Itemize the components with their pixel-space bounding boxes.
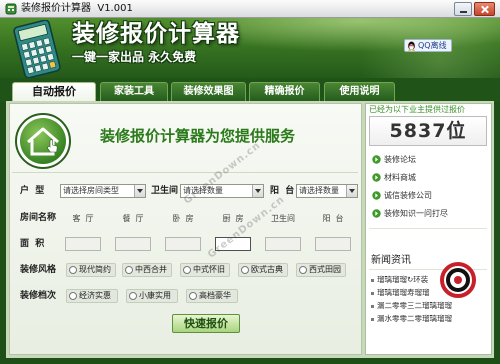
house-icon bbox=[15, 113, 71, 169]
bathroom-label: 卫生间 bbox=[151, 186, 179, 196]
link-trusted-companies[interactable]: 诚信装修公司 bbox=[372, 190, 488, 201]
style-option-label: 欧式古典 bbox=[251, 265, 283, 274]
arrow-bullet-icon bbox=[372, 173, 381, 182]
tab-home-tools[interactable]: 家装工具 bbox=[100, 82, 168, 102]
style-option-label: 西式田园 bbox=[309, 265, 341, 274]
style-radio-fusion[interactable]: 中西合并 bbox=[122, 263, 172, 277]
tab-precise-quote[interactable]: 精确报价 bbox=[249, 82, 320, 102]
radio-icon bbox=[183, 266, 191, 274]
grade-label: 装修档次 bbox=[20, 291, 57, 301]
qq-status-button[interactable]: QQ离线 bbox=[404, 39, 452, 52]
link-materials-mall[interactable]: 材料商城 bbox=[372, 172, 488, 183]
room-bedroom: 卧 房 bbox=[172, 214, 194, 223]
link-label: 诚信装修公司 bbox=[384, 191, 432, 200]
quick-quote-button[interactable]: 快速报价 bbox=[172, 314, 240, 333]
style-option-label: 现代简约 bbox=[79, 265, 111, 274]
title-bar[interactable]: 装修报价计算器 V1.001 bbox=[0, 0, 500, 18]
qq-status-text: QQ离线 bbox=[418, 41, 447, 50]
news-item[interactable]: 漏二零零三二瑠璃瑠瑠 bbox=[371, 301, 489, 311]
balcony-count-value: 请选择数量 bbox=[299, 186, 339, 195]
window-title: 装修报价计算器 V1.001 bbox=[21, 3, 133, 14]
room-dining: 餐 厅 bbox=[122, 214, 144, 223]
grade-option-label: 小康实用 bbox=[139, 291, 171, 300]
style-radio-chinese[interactable]: 中式怀旧 bbox=[180, 263, 230, 277]
qq-penguin-icon bbox=[408, 41, 415, 51]
site-logo-icon bbox=[440, 262, 476, 298]
radio-icon bbox=[189, 292, 197, 300]
room-name-label: 房间名称 bbox=[20, 213, 57, 223]
link-label: 装修论坛 bbox=[384, 155, 416, 164]
app-subtitle: 一键一家出品 永久免费 bbox=[72, 50, 197, 64]
area-input-living[interactable] bbox=[65, 237, 101, 251]
style-option-label: 中式怀旧 bbox=[193, 265, 225, 274]
grade-radio-standard[interactable]: 小康实用 bbox=[126, 289, 178, 303]
area-input-balcony[interactable] bbox=[315, 237, 351, 251]
minimize-button[interactable] bbox=[454, 2, 472, 16]
news-item-text: 瑠璃瑠瑠↻环装 bbox=[377, 275, 429, 284]
link-forum[interactable]: 装修论坛 bbox=[372, 154, 488, 165]
calculator-icon bbox=[13, 20, 61, 78]
divider bbox=[369, 228, 487, 229]
bullet-icon bbox=[371, 292, 374, 295]
arrow-bullet-icon bbox=[372, 155, 381, 164]
radio-icon bbox=[69, 266, 77, 274]
style-radio-modern[interactable]: 现代简约 bbox=[66, 263, 116, 277]
area-input-dining[interactable] bbox=[115, 237, 151, 251]
grade-radio-economy[interactable]: 经济实惠 bbox=[66, 289, 118, 303]
divider bbox=[12, 172, 358, 173]
bullet-icon bbox=[371, 279, 374, 282]
area-input-bedroom[interactable] bbox=[165, 237, 201, 251]
bullet-icon bbox=[371, 318, 374, 321]
house-type-label: 户 型 bbox=[20, 186, 45, 196]
radio-icon bbox=[241, 266, 249, 274]
news-item[interactable]: 漏水零零二零瑠璃瑠瑠 bbox=[371, 314, 489, 324]
bullet-icon bbox=[371, 305, 374, 308]
app-title: 装修报价计算器 bbox=[72, 21, 240, 47]
style-radio-pastoral[interactable]: 西式田园 bbox=[296, 263, 346, 277]
style-radio-european[interactable]: 欧式古典 bbox=[238, 263, 288, 277]
link-label: 装修知识一问打尽 bbox=[384, 209, 448, 218]
room-living: 客 厅 bbox=[72, 214, 94, 223]
app-window: 装修报价计算器 V1.001 装修报价计算器 一键一家出品 永久免费 QQ离线 bbox=[0, 0, 500, 364]
news-heading: 新闻资讯 bbox=[371, 255, 411, 266]
arrow-bullet-icon bbox=[372, 191, 381, 200]
minimize-icon bbox=[460, 11, 467, 13]
tab-renderings[interactable]: 装修效果图 bbox=[171, 82, 246, 102]
arrow-bullet-icon bbox=[372, 209, 381, 218]
style-label: 装修风格 bbox=[20, 265, 57, 275]
service-heading: 装修报价计算器为您提供服务 bbox=[100, 127, 296, 145]
close-button[interactable] bbox=[474, 2, 495, 16]
tab-auto-quote[interactable]: 自动报价 bbox=[12, 82, 96, 103]
area-input-bathroom[interactable] bbox=[265, 237, 301, 251]
radio-icon bbox=[69, 292, 77, 300]
house-type-select[interactable]: 请选择房间类型 bbox=[60, 184, 146, 198]
link-label: 材料商城 bbox=[384, 173, 416, 182]
news-item-text: 瑠璃瑠瑠寿瑠瑠 bbox=[377, 288, 430, 297]
dropdown-arrow-icon bbox=[252, 185, 263, 197]
balcony-count-select[interactable]: 请选择数量 bbox=[296, 184, 358, 198]
grade-option-label: 高档豪华 bbox=[199, 291, 231, 300]
balcony-label: 阳 台 bbox=[270, 186, 295, 196]
radio-icon bbox=[129, 292, 137, 300]
dropdown-arrow-icon bbox=[134, 185, 145, 197]
link-knowledge[interactable]: 装修知识一问打尽 bbox=[372, 208, 488, 219]
served-count: 5837位 bbox=[369, 116, 487, 146]
radio-icon bbox=[125, 266, 133, 274]
style-option-label: 中西合并 bbox=[135, 265, 167, 274]
grade-option-label: 经济实惠 bbox=[79, 291, 111, 300]
grade-radio-luxury[interactable]: 高档豪华 bbox=[186, 289, 238, 303]
room-balcony: 阳 台 bbox=[322, 214, 344, 223]
house-type-value: 请选择房间类型 bbox=[63, 186, 119, 195]
app-icon bbox=[5, 3, 17, 15]
dropdown-arrow-icon bbox=[346, 185, 357, 197]
tab-instructions[interactable]: 使用说明 bbox=[324, 82, 395, 102]
radio-icon bbox=[299, 266, 307, 274]
news-item-text: 漏水零零二零瑠璃瑠瑠 bbox=[377, 314, 452, 323]
news-item-text: 漏二零零三二瑠璃瑠瑠 bbox=[377, 301, 452, 310]
served-caption: 已经为以下业主提供过报价 bbox=[369, 105, 465, 114]
area-label: 面 积 bbox=[20, 239, 45, 249]
